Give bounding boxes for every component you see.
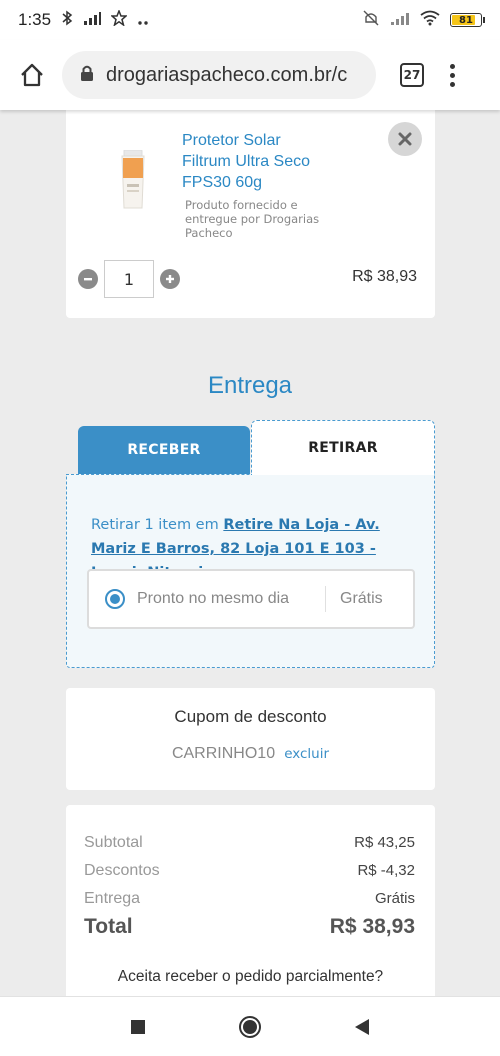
summary-value: R$ -4,32 [357,862,415,879]
tab-retirar[interactable]: RETIRAR [251,420,435,475]
summary-row-entrega: Entrega Grátis [84,890,415,908]
summary-label: Descontos [84,862,160,879]
home-icon [21,63,43,87]
coupon-title: Cupom de desconto [174,707,327,726]
pickup-prefix: Retirar 1 item em [91,517,224,533]
product-image[interactable] [118,149,148,212]
status-bar: 1:35 81 [0,0,500,40]
star-icon [110,8,129,30]
battery-icon: 81 [450,13,485,27]
product-price: R$ 38,93 [352,268,417,285]
tab-receber[interactable]: RECEBER [78,426,250,474]
summary-row-total: Total R$ 38,93 [84,915,415,939]
status-time: 1:35 [18,10,52,29]
triangle-back-icon [355,1018,369,1035]
square-icon [131,1019,145,1034]
tab-switcher-button[interactable]: 27 [400,63,424,87]
coupon-applied: CARRINHO10 excluir [66,743,435,763]
overflow-menu-button[interactable] [450,63,455,87]
delivery-title: Entrega [207,372,293,399]
plus-icon [166,275,174,283]
close-icon [398,132,412,146]
product-seller: Produto fornecido e entregue por Drogari… [185,198,320,240]
partial-delivery-question: Aceita receber o pedido parcialmente? [117,968,384,985]
summary-label: Entrega [84,890,141,907]
address-bar[interactable]: drogariaspacheco.com.br/c [62,51,376,99]
pickup-option-price: Grátis [340,590,383,607]
summary-row-descontos: Descontos R$ -4,32 [84,862,415,880]
signal-icon [390,11,410,30]
summary-label: Subtotal [84,834,143,851]
home-button[interactable] [14,57,50,93]
pickup-option[interactable]: Pronto no mesmo dia Grátis [87,569,415,629]
order-summary-card: Subtotal R$ 43,25 Descontos R$ -4,32 Ent… [66,805,435,1005]
home-nav-button[interactable] [235,1012,265,1042]
data-icon [83,11,102,30]
product-name-link[interactable]: Protetor Solar Filtrum Ultra Seco FPS30 … [182,130,332,193]
remove-coupon-link[interactable]: excluir [284,746,329,762]
url-text: drogariaspacheco.com.br/c [106,63,348,86]
system-navigation-bar [0,996,500,1056]
mute-icon [362,9,380,31]
decrease-quantity-button[interactable] [78,269,98,289]
wifi-icon [420,10,440,30]
circle-icon [239,1015,261,1038]
radio-selected-icon[interactable] [105,589,125,609]
minus-icon [84,278,92,281]
remove-item-button[interactable] [388,122,422,156]
quantity-input[interactable]: 1 [104,260,154,298]
summary-value: R$ 43,25 [354,834,415,851]
quantity-stepper: 1 [78,260,180,298]
increase-quantity-button[interactable] [160,269,180,289]
browser-toolbar: drogariaspacheco.com.br/c 27 [0,40,500,110]
recents-button[interactable] [123,1012,153,1042]
coupon-card: Cupom de desconto CARRINHO10 excluir [66,688,435,790]
divider [325,586,326,612]
lock-icon [80,64,94,86]
summary-row-subtotal: Subtotal R$ 43,25 [84,834,415,852]
pickup-panel: Retirar 1 item em Retire Na Loja - Av. M… [66,474,435,668]
back-button[interactable] [347,1012,377,1042]
total-label: Total [84,915,133,938]
battery-level: 81 [459,14,473,26]
more-dots-icon [137,11,149,30]
summary-value: Grátis [374,890,415,907]
pickup-option-label: Pronto no mesmo dia [137,590,290,607]
cart-item-card: Protetor Solar Filtrum Ultra Seco FPS30 … [66,110,435,318]
total-value: R$ 38,93 [329,915,415,938]
bluetooth-icon [61,10,73,30]
coupon-code: CARRINHO10 [171,745,276,762]
